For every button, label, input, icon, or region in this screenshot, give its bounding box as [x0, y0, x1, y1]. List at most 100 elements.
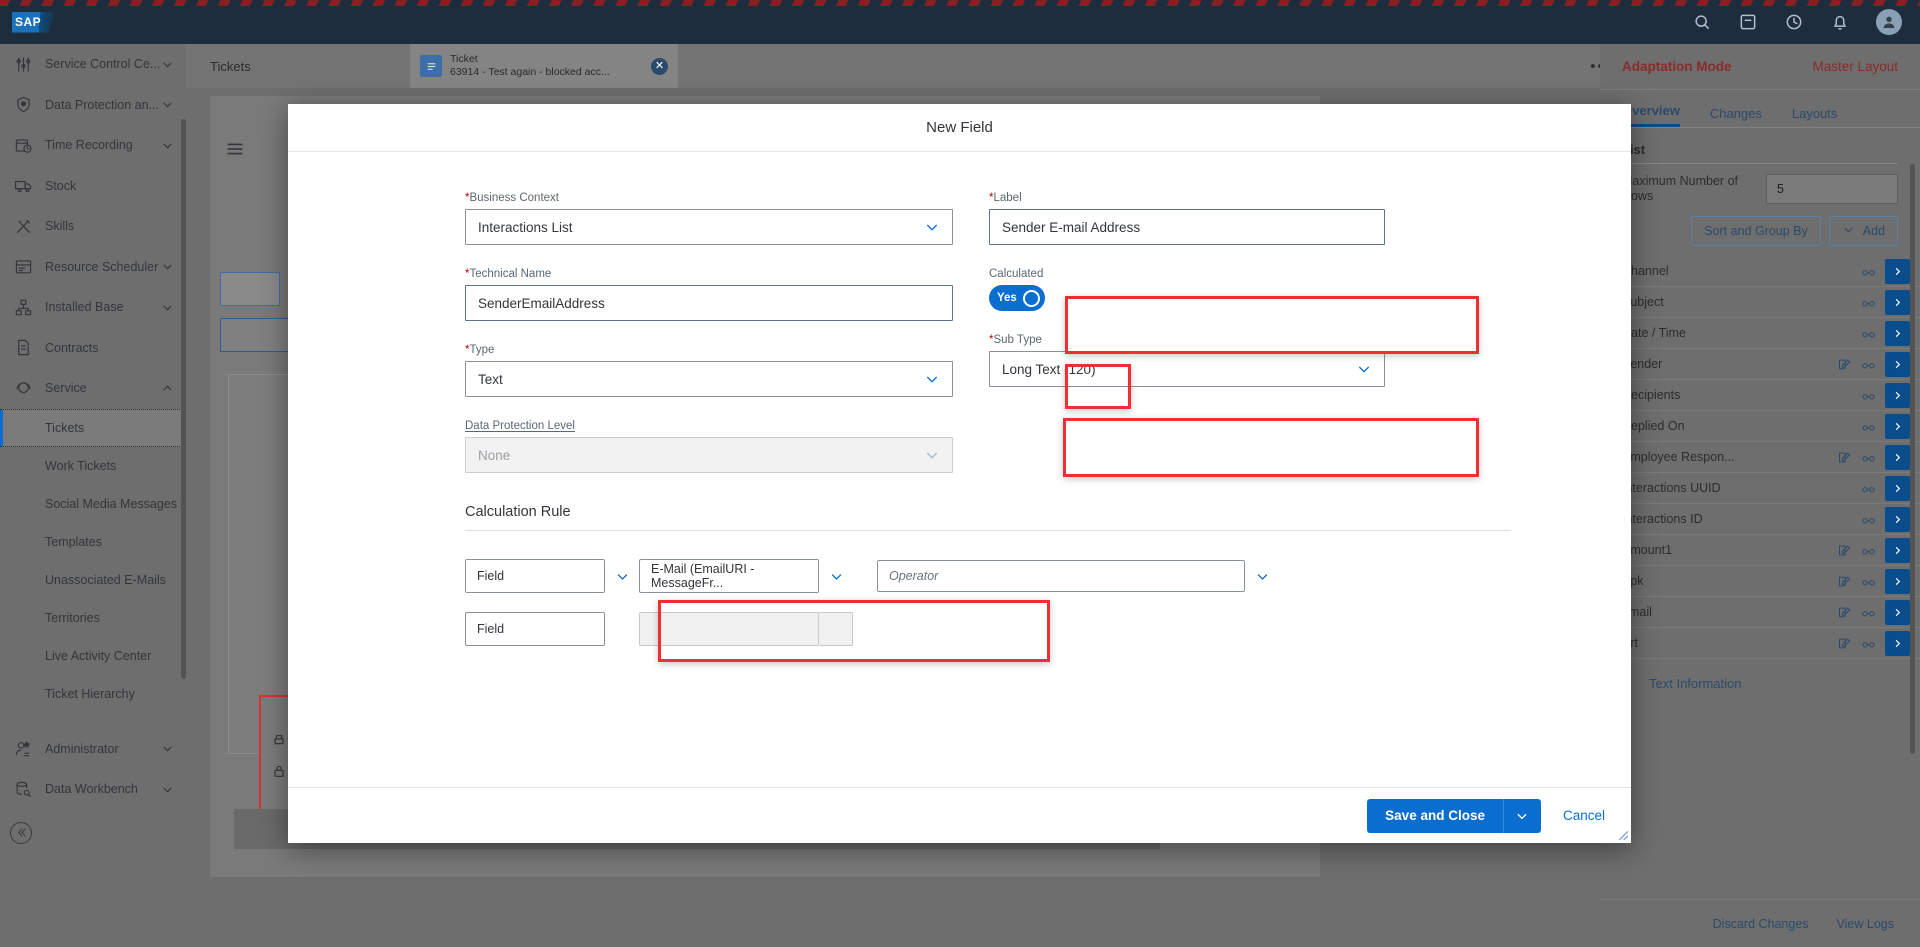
- chevron-down-icon[interactable]: [161, 301, 174, 314]
- resize-grip[interactable]: [1615, 827, 1629, 841]
- list-item[interactable]: Employee Respon...: [1600, 442, 1920, 473]
- cancel-button[interactable]: Cancel: [1563, 808, 1605, 823]
- print-icon[interactable]: [271, 733, 287, 749]
- rule-source-select[interactable]: [639, 612, 819, 646]
- sidebar-item-data-protection[interactable]: Data Protection an...: [0, 85, 186, 126]
- list-item[interactable]: Art: [1600, 628, 1920, 659]
- rule-source-extension[interactable]: [819, 612, 853, 646]
- chevron-down-icon[interactable]: [161, 260, 174, 273]
- sidebar-item-templates[interactable]: Templates: [0, 523, 186, 561]
- chevron-up-icon[interactable]: [161, 382, 174, 395]
- tab-changes[interactable]: Changes: [1710, 106, 1762, 127]
- sidebar-item-ticket-hierarchy[interactable]: Ticket Hierarchy: [0, 675, 186, 713]
- glasses-icon[interactable]: [1861, 574, 1876, 589]
- chevron-down-icon[interactable]: [161, 783, 174, 796]
- tab-ticket-63914[interactable]: Ticket 63914 - Test again - blocked acc.…: [410, 44, 678, 88]
- list-view-icon[interactable]: [224, 138, 246, 160]
- data-protection-level-select[interactable]: None: [465, 437, 953, 473]
- tab-tickets[interactable]: Tickets: [186, 59, 426, 74]
- list-item[interactable]: Subject: [1600, 287, 1920, 318]
- glasses-icon[interactable]: [1861, 419, 1876, 434]
- edit-icon[interactable]: [1837, 450, 1852, 465]
- glasses-icon[interactable]: [1861, 388, 1876, 403]
- list-item[interactable]: Amount1: [1600, 535, 1920, 566]
- open-field-button[interactable]: [1885, 289, 1910, 315]
- glasses-icon[interactable]: [1861, 543, 1876, 558]
- user-avatar[interactable]: [1876, 9, 1902, 35]
- open-field-button[interactable]: [1885, 568, 1910, 594]
- open-field-button[interactable]: [1885, 351, 1910, 377]
- glasses-icon[interactable]: [1861, 605, 1876, 620]
- history-icon[interactable]: [1784, 12, 1804, 32]
- open-field-button[interactable]: [1885, 475, 1910, 501]
- close-icon[interactable]: ✕: [651, 57, 668, 75]
- sub-type-select[interactable]: Long Text (120): [989, 351, 1385, 387]
- sidebar-item-time-recording[interactable]: Time Recording: [0, 125, 186, 166]
- edit-icon[interactable]: [1837, 574, 1852, 589]
- list-item[interactable]: &pk: [1600, 566, 1920, 597]
- lock-icon[interactable]: [271, 763, 287, 779]
- panel-subtab[interactable]: [220, 272, 280, 306]
- sidebar-item-service[interactable]: Service: [0, 368, 186, 409]
- tab-layouts[interactable]: Layouts: [1792, 106, 1838, 127]
- chevron-down-icon[interactable]: [161, 742, 174, 755]
- chevron-down-icon[interactable]: [161, 58, 174, 71]
- open-field-button[interactable]: [1885, 506, 1910, 532]
- rule-kind-select[interactable]: Field: [465, 612, 605, 646]
- rule-kind-select[interactable]: Field: [465, 559, 605, 593]
- sap-logo[interactable]: SAP: [12, 11, 56, 33]
- master-layout-label[interactable]: Master Layout: [1812, 59, 1898, 74]
- sidebar-item-skills[interactable]: Skills: [0, 206, 186, 247]
- glasses-icon[interactable]: [1861, 264, 1876, 279]
- text-information-section[interactable]: Text Information: [1600, 659, 1920, 707]
- sort-and-group-by-button[interactable]: Sort and Group By: [1691, 216, 1821, 246]
- sidebar-item-social-media-messages[interactable]: Social Media Messages: [0, 485, 186, 523]
- view-logs-button[interactable]: View Logs: [1837, 917, 1894, 931]
- open-field-button[interactable]: [1885, 630, 1910, 656]
- label-input[interactable]: Sender E-mail Address: [989, 209, 1385, 245]
- collapse-sidebar-button[interactable]: [10, 821, 32, 844]
- rule-operator-select[interactable]: Operator: [877, 560, 1245, 592]
- save-and-close-button[interactable]: Save and Close: [1367, 798, 1503, 833]
- chevron-down-icon[interactable]: [1245, 569, 1279, 584]
- open-field-button[interactable]: [1885, 258, 1910, 284]
- chevron-down-icon[interactable]: [161, 98, 174, 111]
- sidebar-item-live-activity-center[interactable]: Live Activity Center: [0, 637, 186, 675]
- chevron-down-icon[interactable]: [161, 139, 174, 152]
- edit-icon[interactable]: [1837, 357, 1852, 372]
- glasses-icon[interactable]: [1861, 636, 1876, 651]
- glasses-icon[interactable]: [1861, 450, 1876, 465]
- chevron-down-icon[interactable]: [819, 569, 853, 584]
- note-icon[interactable]: [1738, 12, 1758, 32]
- discard-changes-button[interactable]: Discard Changes: [1713, 917, 1809, 931]
- sidebar-item-stock[interactable]: Stock: [0, 166, 186, 207]
- glasses-icon[interactable]: [1861, 295, 1876, 310]
- edit-icon[interactable]: [1837, 636, 1852, 651]
- edit-icon[interactable]: [1837, 605, 1852, 620]
- search-icon[interactable]: [1692, 12, 1712, 32]
- list-item[interactable]: Sender: [1600, 349, 1920, 380]
- add-button[interactable]: Add: [1828, 216, 1898, 246]
- glasses-icon[interactable]: [1861, 481, 1876, 496]
- list-item[interactable]: Replied On: [1600, 411, 1920, 442]
- glasses-icon[interactable]: [1861, 326, 1876, 341]
- sidebar-item-work-tickets[interactable]: Work Tickets: [0, 447, 186, 485]
- save-options-button[interactable]: [1502, 798, 1541, 833]
- sidebar-item-tickets[interactable]: Tickets: [0, 408, 186, 447]
- adaptation-panel-scrollbar[interactable]: [1910, 164, 1915, 754]
- open-field-button[interactable]: [1885, 382, 1910, 408]
- chevron-down-icon[interactable]: [605, 569, 639, 584]
- list-item[interactable]: email: [1600, 597, 1920, 628]
- open-field-button[interactable]: [1885, 413, 1910, 439]
- technical-name-input[interactable]: SenderEmailAddress: [465, 285, 953, 321]
- sidebar-item-contracts[interactable]: Contracts: [0, 328, 186, 369]
- business-context-select[interactable]: Interactions List: [465, 209, 953, 245]
- bell-icon[interactable]: [1830, 12, 1850, 32]
- list-item[interactable]: Interactions UUID: [1600, 473, 1920, 504]
- open-field-button[interactable]: [1885, 599, 1910, 625]
- sidebar-item-territories[interactable]: Territories: [0, 599, 186, 637]
- calculated-toggle[interactable]: Yes: [989, 285, 1045, 311]
- type-select[interactable]: Text: [465, 361, 953, 397]
- max-rows-input[interactable]: 5: [1766, 174, 1898, 204]
- open-field-button[interactable]: [1885, 444, 1910, 470]
